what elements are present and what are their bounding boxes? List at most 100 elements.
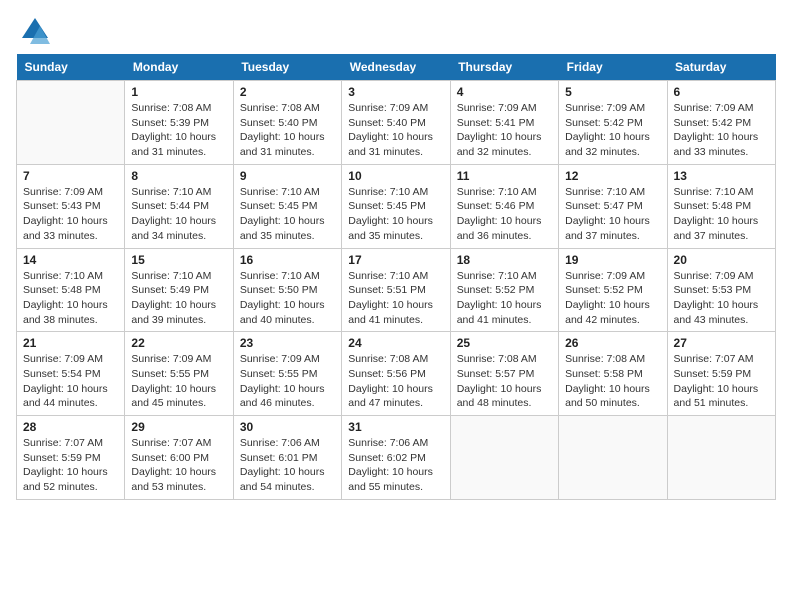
weekday-header-friday: Friday (559, 54, 667, 81)
day-info: Sunrise: 7:10 AMSunset: 5:48 PMDaylight:… (674, 185, 769, 244)
calendar-cell: 26 Sunrise: 7:08 AMSunset: 5:58 PMDayligh… (559, 332, 667, 416)
calendar-cell (667, 416, 775, 500)
logo (16, 16, 50, 46)
calendar-cell: 8 Sunrise: 7:10 AMSunset: 5:44 PMDaylight… (125, 164, 233, 248)
week-row-0: 1Sunrise: 7:08 AMSunset: 5:39 PMDaylight… (17, 81, 776, 165)
day-info: Sunrise: 7:09 AMSunset: 5:42 PMDaylight:… (674, 101, 769, 160)
day-number: 31 (348, 420, 443, 434)
calendar-cell: 22 Sunrise: 7:09 AMSunset: 5:55 PMDayligh… (125, 332, 233, 416)
day-info: Sunrise: 7:07 AMSunset: 5:59 PMDaylight:… (674, 352, 769, 411)
day-number: 10 (348, 169, 443, 183)
day-number: 11 (457, 169, 552, 183)
calendar-cell: 11 Sunrise: 7:10 AMSunset: 5:46 PMDayligh… (450, 164, 558, 248)
day-number: 13 (674, 169, 769, 183)
day-number: 21 (23, 336, 118, 350)
day-number: 17 (348, 253, 443, 267)
day-number: 25 (457, 336, 552, 350)
day-info: Sunrise: 7:10 AMSunset: 5:45 PMDaylight:… (240, 185, 335, 244)
weekday-header-sunday: Sunday (17, 54, 125, 81)
week-row-4: 28 Sunrise: 7:07 AMSunset: 5:59 PMDayligh… (17, 416, 776, 500)
day-info: Sunrise: 7:08 AMSunset: 5:39 PMDaylight:… (131, 101, 226, 160)
day-info: Sunrise: 7:08 AMSunset: 5:58 PMDaylight:… (565, 352, 660, 411)
day-number: 22 (131, 336, 226, 350)
day-info: Sunrise: 7:10 AMSunset: 5:50 PMDaylight:… (240, 269, 335, 328)
day-number: 12 (565, 169, 660, 183)
day-info: Sunrise: 7:09 AMSunset: 5:42 PMDaylight:… (565, 101, 660, 160)
day-info: Sunrise: 7:09 AMSunset: 5:55 PMDaylight:… (240, 352, 335, 411)
page-header (16, 16, 776, 46)
day-number: 2 (240, 85, 335, 99)
day-number: 28 (23, 420, 118, 434)
calendar-cell: 19 Sunrise: 7:09 AMSunset: 5:52 PMDayligh… (559, 248, 667, 332)
day-number: 23 (240, 336, 335, 350)
day-info: Sunrise: 7:08 AMSunset: 5:40 PMDaylight:… (240, 101, 335, 160)
day-info: Sunrise: 7:08 AMSunset: 5:56 PMDaylight:… (348, 352, 443, 411)
calendar-cell: 27 Sunrise: 7:07 AMSunset: 5:59 PMDayligh… (667, 332, 775, 416)
day-number: 4 (457, 85, 552, 99)
week-row-2: 14 Sunrise: 7:10 AMSunset: 5:48 PMDayligh… (17, 248, 776, 332)
day-number: 27 (674, 336, 769, 350)
calendar-cell (17, 81, 125, 165)
calendar-cell: 10 Sunrise: 7:10 AMSunset: 5:45 PMDayligh… (342, 164, 450, 248)
calendar-cell: 23 Sunrise: 7:09 AMSunset: 5:55 PMDayligh… (233, 332, 341, 416)
calendar-cell: 21Sunrise: 7:09 AMSunset: 5:54 PMDayligh… (17, 332, 125, 416)
calendar-cell: 20 Sunrise: 7:09 AMSunset: 5:53 PMDayligh… (667, 248, 775, 332)
day-info: Sunrise: 7:10 AMSunset: 5:48 PMDaylight:… (23, 269, 118, 328)
day-info: Sunrise: 7:10 AMSunset: 5:52 PMDaylight:… (457, 269, 552, 328)
calendar-cell: 30 Sunrise: 7:06 AMSunset: 6:01 PMDayligh… (233, 416, 341, 500)
day-info: Sunrise: 7:10 AMSunset: 5:44 PMDaylight:… (131, 185, 226, 244)
day-info: Sunrise: 7:10 AMSunset: 5:47 PMDaylight:… (565, 185, 660, 244)
day-number: 16 (240, 253, 335, 267)
week-row-3: 21Sunrise: 7:09 AMSunset: 5:54 PMDayligh… (17, 332, 776, 416)
weekday-header-tuesday: Tuesday (233, 54, 341, 81)
day-info: Sunrise: 7:09 AMSunset: 5:41 PMDaylight:… (457, 101, 552, 160)
day-number: 5 (565, 85, 660, 99)
calendar-cell: 7Sunrise: 7:09 AMSunset: 5:43 PMDaylight… (17, 164, 125, 248)
day-number: 30 (240, 420, 335, 434)
calendar-cell: 31 Sunrise: 7:06 AMSunset: 6:02 PMDayligh… (342, 416, 450, 500)
calendar-cell: 6Sunrise: 7:09 AMSunset: 5:42 PMDaylight… (667, 81, 775, 165)
day-number: 24 (348, 336, 443, 350)
calendar-cell: 3 Sunrise: 7:09 AMSunset: 5:40 PMDaylight… (342, 81, 450, 165)
calendar-cell: 28 Sunrise: 7:07 AMSunset: 5:59 PMDayligh… (17, 416, 125, 500)
weekday-header-monday: Monday (125, 54, 233, 81)
day-number: 7 (23, 169, 118, 183)
calendar-cell: 29 Sunrise: 7:07 AMSunset: 6:00 PMDayligh… (125, 416, 233, 500)
day-info: Sunrise: 7:10 AMSunset: 5:46 PMDaylight:… (457, 185, 552, 244)
day-info: Sunrise: 7:07 AMSunset: 5:59 PMDaylight:… (23, 436, 118, 495)
day-info: Sunrise: 7:10 AMSunset: 5:45 PMDaylight:… (348, 185, 443, 244)
day-number: 20 (674, 253, 769, 267)
day-number: 8 (131, 169, 226, 183)
day-number: 29 (131, 420, 226, 434)
calendar-cell: 24 Sunrise: 7:08 AMSunset: 5:56 PMDayligh… (342, 332, 450, 416)
calendar-cell: 9 Sunrise: 7:10 AMSunset: 5:45 PMDaylight… (233, 164, 341, 248)
day-number: 14 (23, 253, 118, 267)
calendar-cell: 2 Sunrise: 7:08 AMSunset: 5:40 PMDaylight… (233, 81, 341, 165)
day-info: Sunrise: 7:09 AMSunset: 5:52 PMDaylight:… (565, 269, 660, 328)
day-info: Sunrise: 7:09 AMSunset: 5:53 PMDaylight:… (674, 269, 769, 328)
calendar-cell: 1Sunrise: 7:08 AMSunset: 5:39 PMDaylight… (125, 81, 233, 165)
logo-icon (20, 16, 50, 46)
calendar-cell (450, 416, 558, 500)
day-number: 26 (565, 336, 660, 350)
day-info: Sunrise: 7:09 AMSunset: 5:40 PMDaylight:… (348, 101, 443, 160)
day-number: 15 (131, 253, 226, 267)
calendar-cell: 13 Sunrise: 7:10 AMSunset: 5:48 PMDayligh… (667, 164, 775, 248)
day-number: 9 (240, 169, 335, 183)
week-row-1: 7Sunrise: 7:09 AMSunset: 5:43 PMDaylight… (17, 164, 776, 248)
day-info: Sunrise: 7:08 AMSunset: 5:57 PMDaylight:… (457, 352, 552, 411)
calendar-cell: 16 Sunrise: 7:10 AMSunset: 5:50 PMDayligh… (233, 248, 341, 332)
day-info: Sunrise: 7:07 AMSunset: 6:00 PMDaylight:… (131, 436, 226, 495)
day-info: Sunrise: 7:09 AMSunset: 5:55 PMDaylight:… (131, 352, 226, 411)
calendar-cell (559, 416, 667, 500)
day-number: 19 (565, 253, 660, 267)
calendar-cell: 17Sunrise: 7:10 AMSunset: 5:51 PMDayligh… (342, 248, 450, 332)
weekday-header-thursday: Thursday (450, 54, 558, 81)
calendar-cell: 12 Sunrise: 7:10 AMSunset: 5:47 PMDayligh… (559, 164, 667, 248)
day-number: 3 (348, 85, 443, 99)
calendar-cell: 15 Sunrise: 7:10 AMSunset: 5:49 PMDayligh… (125, 248, 233, 332)
weekday-header-row: SundayMondayTuesdayWednesdayThursdayFrid… (17, 54, 776, 81)
day-info: Sunrise: 7:06 AMSunset: 6:02 PMDaylight:… (348, 436, 443, 495)
day-info: Sunrise: 7:10 AMSunset: 5:49 PMDaylight:… (131, 269, 226, 328)
day-info: Sunrise: 7:06 AMSunset: 6:01 PMDaylight:… (240, 436, 335, 495)
